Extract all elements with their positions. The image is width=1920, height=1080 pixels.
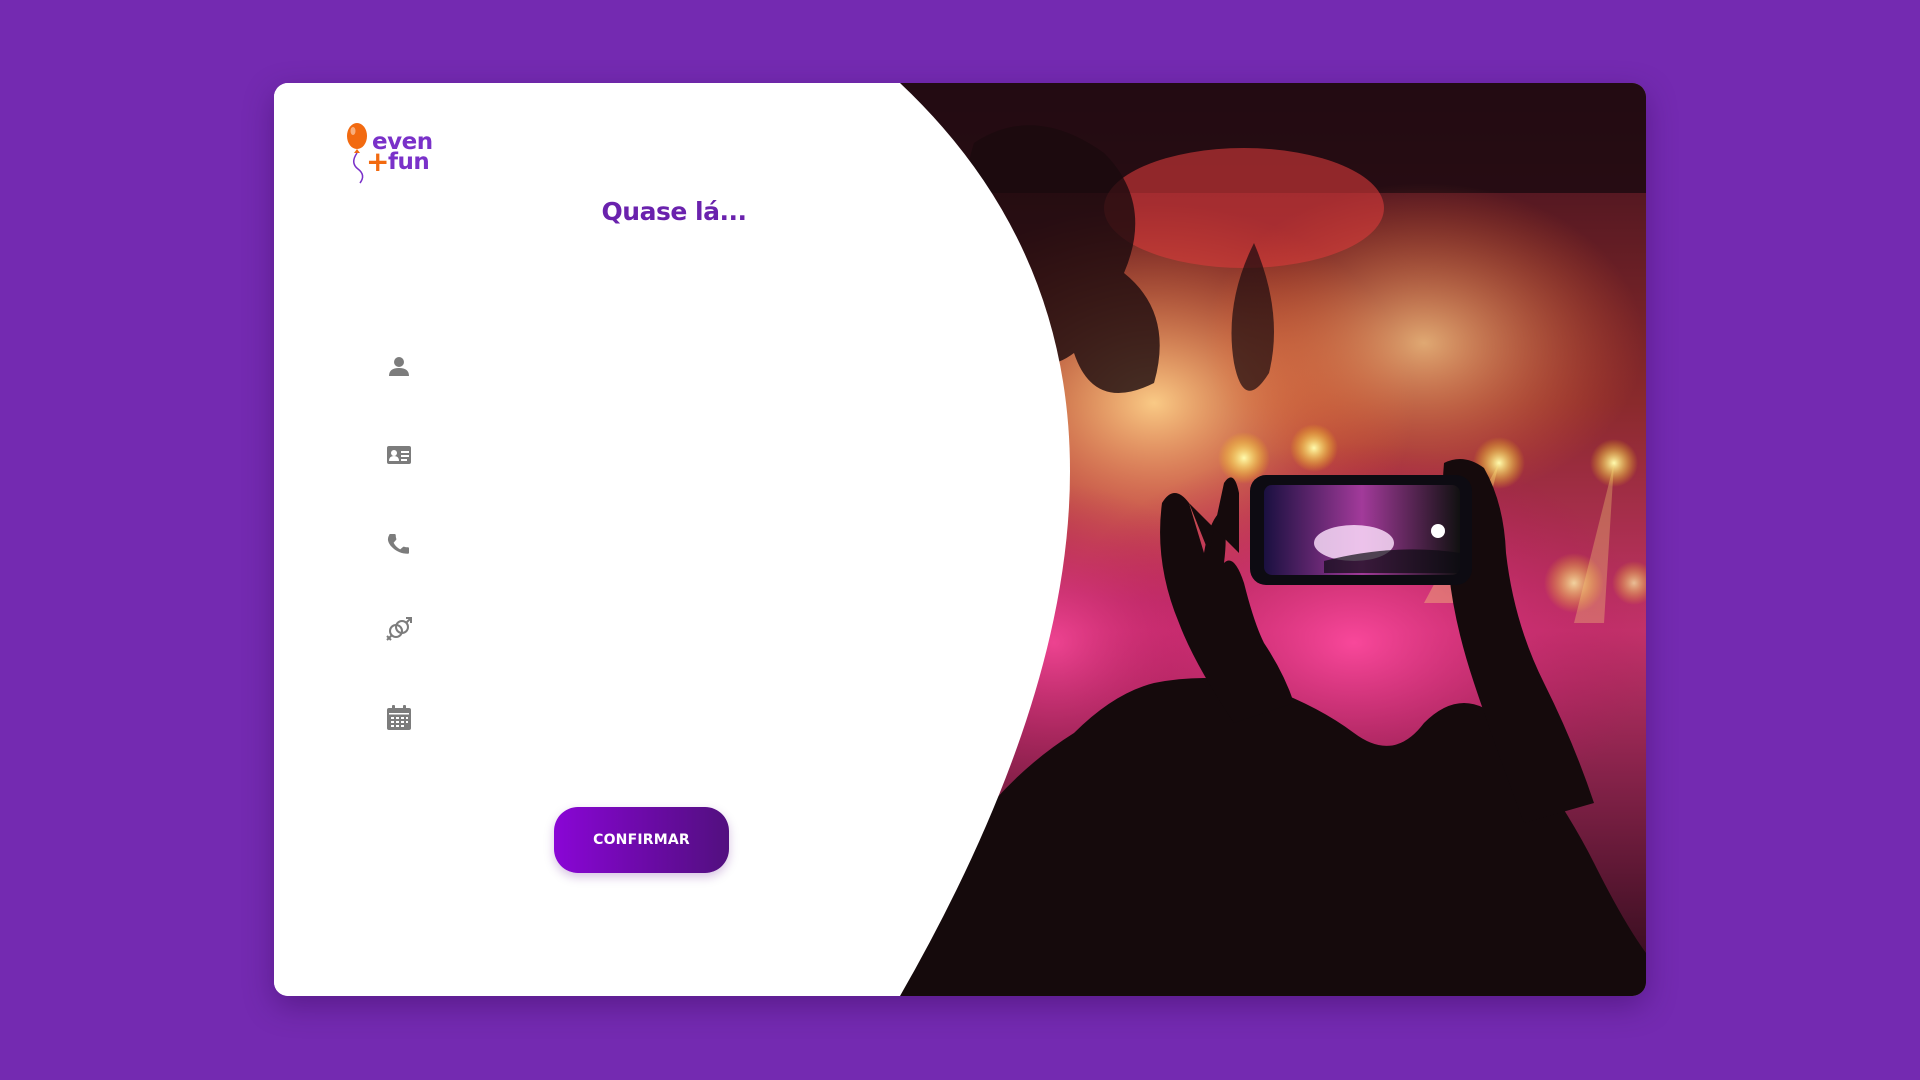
logo-text-fun: fun — [388, 149, 430, 175]
birthdate-field — [384, 696, 874, 740]
document-input[interactable] — [436, 434, 860, 476]
birthdate-input[interactable] — [436, 697, 860, 739]
name-field — [384, 344, 874, 388]
calendar-icon — [384, 703, 414, 733]
phone-icon — [384, 529, 414, 559]
confirm-button[interactable]: CONFIRMAR — [554, 807, 729, 873]
signup-card: even + fun Quase lá... CONFIRMAR — [274, 83, 1646, 996]
gender-field — [384, 607, 874, 651]
page-title: Quase lá... — [601, 197, 747, 226]
gender-input[interactable] — [436, 608, 860, 650]
gender-icon — [384, 614, 414, 644]
name-input[interactable] — [436, 345, 860, 387]
brand-logo[interactable]: even + fun — [346, 121, 436, 191]
phone-input[interactable] — [436, 523, 860, 565]
id-card-icon — [384, 440, 414, 470]
logo-plus: + — [366, 145, 390, 178]
document-field — [384, 433, 874, 477]
person-icon — [384, 351, 414, 381]
phone-field — [384, 522, 874, 566]
